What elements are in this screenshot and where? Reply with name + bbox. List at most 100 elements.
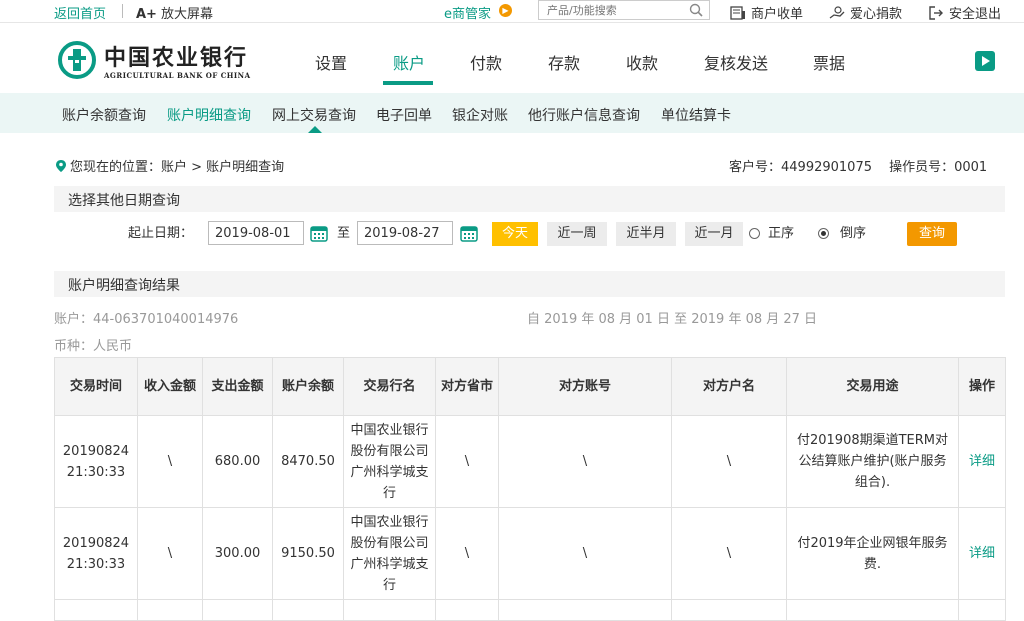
logo-chinese-name: 中国农业银行: [104, 45, 249, 71]
nav-review-send[interactable]: 复核发送: [704, 50, 768, 74]
cell-balance: 8470.50: [272, 415, 344, 508]
calendar-icon[interactable]: [460, 224, 478, 242]
col-income: 收入金额: [137, 357, 203, 416]
charity-donation-link[interactable]: 爱心捐款: [829, 3, 902, 22]
play-circle-icon[interactable]: ▶: [499, 4, 512, 17]
last-half-month-button[interactable]: 近半月: [616, 222, 676, 246]
merchant-label: 商户收单: [751, 7, 804, 22]
subnav-other-bank-query[interactable]: 他行账户信息查询: [528, 105, 640, 125]
table-header-row: 交易时间 收入金额 支出金额 账户余额 交易行名 对方省市 对方账号 对方户名 …: [54, 357, 1006, 416]
table-row: 20190824 21:30:33 \ 680.00 8470.50 中国农业银…: [54, 415, 1006, 508]
detail-link[interactable]: 详细: [958, 415, 1006, 508]
col-counter-name: 对方户名: [671, 357, 787, 416]
cell-time: 20190824 21:30:33: [54, 415, 138, 508]
abc-emblem-icon: [58, 41, 96, 79]
col-time: 交易时间: [54, 357, 138, 416]
cell-bank: 中国农业银行股份有限公司广州科学城支行: [343, 415, 436, 508]
cell-empty: [958, 599, 1006, 621]
col-operation: 操作: [958, 357, 1006, 416]
ascending-radio[interactable]: [749, 228, 760, 239]
cell-empty: [498, 599, 672, 621]
logo-english-name: AGRICULTURAL BANK OF CHINA: [104, 71, 251, 80]
col-balance: 账户余额: [272, 357, 344, 416]
zoom-screen-link[interactable]: A+ 放大屏幕: [136, 3, 213, 22]
emanager-link[interactable]: e商管家: [444, 3, 491, 22]
divider: [122, 4, 123, 18]
subnav-online-transaction-query[interactable]: 网上交易查询: [272, 105, 356, 125]
subnav-bank-reconciliation[interactable]: 银企对账: [452, 105, 508, 125]
cell-counter-name: \: [671, 507, 787, 600]
search-input[interactable]: [539, 1, 695, 19]
search-box: [538, 0, 710, 20]
today-button[interactable]: 今天: [492, 222, 538, 246]
zoom-label: 放大屏幕: [160, 7, 213, 22]
detail-link[interactable]: 详细: [958, 507, 1006, 600]
cell-province: \: [435, 507, 499, 600]
cell-time: 20190824 21:30:33: [54, 507, 138, 600]
col-counter-account: 对方账号: [498, 357, 672, 416]
transaction-table: 交易时间 收入金额 支出金额 账户余额 交易行名 对方省市 对方账号 对方户名 …: [54, 357, 1006, 621]
charity-label: 爱心捐款: [850, 7, 903, 22]
cell-empty: [202, 599, 273, 621]
cell-counter-account: \: [498, 507, 672, 600]
subnav-settlement-card[interactable]: 单位结算卡: [661, 105, 731, 125]
start-date-input[interactable]: [208, 221, 304, 245]
nav-deposit[interactable]: 存款: [548, 50, 580, 74]
col-expense: 支出金额: [202, 357, 273, 416]
search-icon[interactable]: [689, 3, 703, 17]
cell-expense: 300.00: [202, 507, 273, 600]
query-period: 自 2019 年 08 月 01 日 至 2019 年 08 月 27 日: [527, 312, 818, 327]
col-province: 对方省市: [435, 357, 499, 416]
donation-hand-icon: [829, 6, 845, 19]
col-bank: 交易行名: [343, 357, 436, 416]
logout-label: 安全退出: [949, 7, 1002, 22]
nav-active-indicator: [383, 81, 433, 85]
nav-account[interactable]: 账户: [393, 50, 425, 74]
top-utility-bar: 返回首页 A+放大屏幕 e商管家 ▶ 商户收单 爱心捐款 安全退出: [0, 0, 1024, 23]
cell-empty: [435, 599, 499, 621]
nav-receipt[interactable]: 收款: [626, 50, 658, 74]
cell-balance: 9150.50: [272, 507, 344, 600]
to-label: 至: [337, 226, 351, 241]
home-link[interactable]: 返回首页: [54, 3, 106, 22]
results-heading: 账户明细查询结果: [54, 271, 1005, 297]
main-header: 中国农业银行 AGRICULTURAL BANK OF CHINA 设置 账户 …: [0, 23, 1024, 93]
play-icon[interactable]: [975, 51, 995, 71]
ascending-label: 正序: [768, 226, 795, 241]
end-date-input[interactable]: [357, 221, 453, 245]
cell-purpose: 付201908期渠道TERM对公结算账户维护(账户服务组合).: [786, 415, 959, 508]
date-query-title: 选择其他日期查询: [68, 193, 180, 209]
col-purpose: 交易用途: [786, 357, 959, 416]
merchant-icon: [730, 6, 745, 20]
descending-radio[interactable]: [818, 228, 829, 239]
nav-payment[interactable]: 付款: [470, 50, 502, 74]
table-row: [54, 599, 1006, 621]
subnav-detail-query[interactable]: 账户明细查询: [167, 105, 251, 125]
last-week-button[interactable]: 近一周: [547, 222, 607, 246]
cell-province: \: [435, 415, 499, 508]
results-title: 账户明细查询结果: [68, 278, 180, 294]
cell-bank: 中国农业银行股份有限公司广州科学城支行: [343, 507, 436, 600]
cell-counter-name: \: [671, 415, 787, 508]
subnav-balance-query[interactable]: 账户余额查询: [62, 105, 146, 125]
cell-empty: [343, 599, 436, 621]
table-row: 20190824 21:30:33 \ 300.00 9150.50 中国农业银…: [54, 507, 1006, 600]
logout-icon: [929, 6, 943, 20]
customer-operator-info: 客户号：44992901075 操作员号：0001: [729, 160, 988, 175]
currency: 币种：人民币: [54, 339, 133, 354]
query-button[interactable]: 查询: [907, 222, 957, 246]
nav-settings[interactable]: 设置: [315, 50, 347, 74]
nav-bills[interactable]: 票据: [813, 50, 845, 74]
cell-purpose: 付2019年企业网银年服务费.: [786, 507, 959, 600]
logout-link[interactable]: 安全退出: [928, 3, 1001, 22]
merchant-acquiring-link[interactable]: 商户收单: [730, 3, 803, 22]
cell-empty: [671, 599, 787, 621]
date-range-label: 起止日期：: [128, 226, 194, 241]
subnav-e-receipt[interactable]: 电子回单: [376, 105, 432, 125]
cell-empty: [54, 599, 138, 621]
last-month-button[interactable]: 近一月: [685, 222, 743, 246]
account-number: 账户：44-063701040014976: [54, 312, 239, 327]
cell-empty: [272, 599, 344, 621]
breadcrumb: 您现在的位置：账户 > 账户明细查询: [56, 156, 284, 175]
calendar-icon[interactable]: [310, 224, 328, 242]
